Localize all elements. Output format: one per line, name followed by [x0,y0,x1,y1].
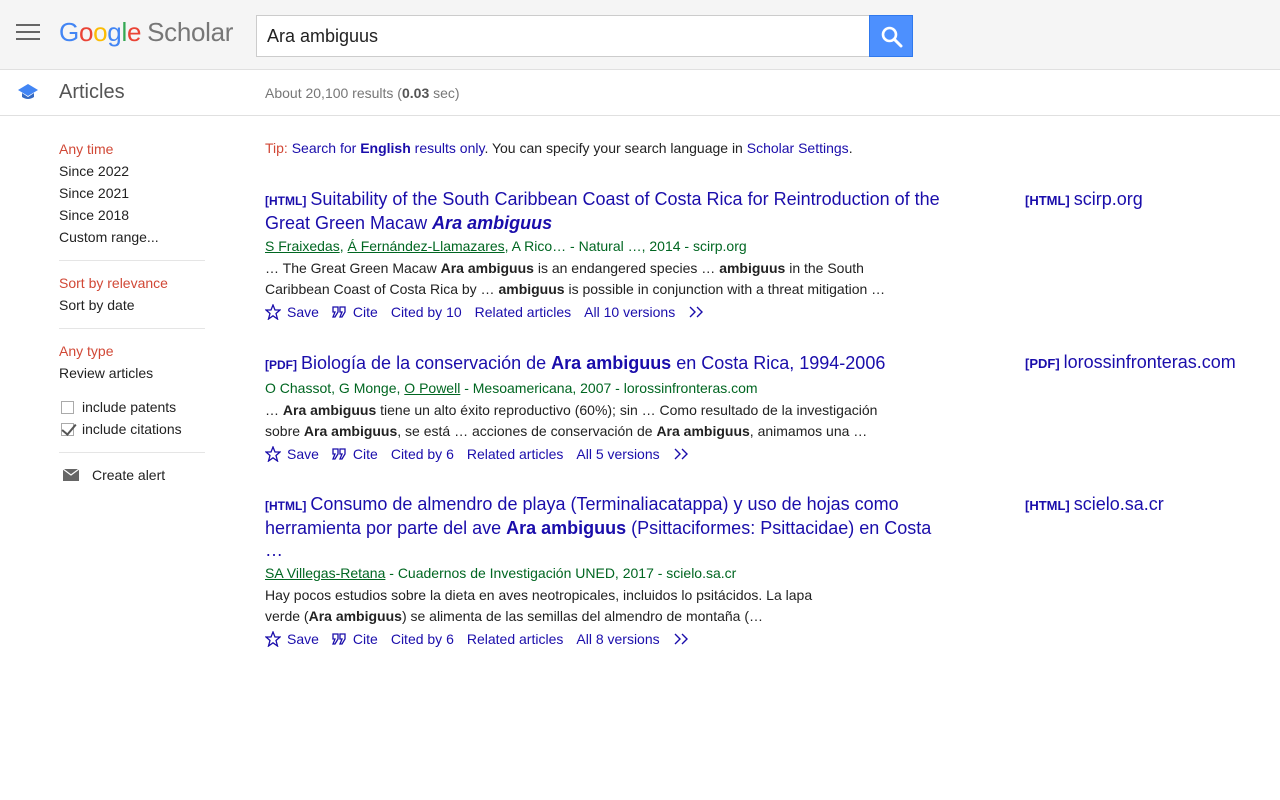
search-result: [PDF] Biología de la conservación de Ara … [265,352,945,465]
cited-by-link[interactable]: Cited by 6 [391,446,454,462]
fulltext-link[interactable]: [PDF] lorossinfronteras.com [1025,352,1236,373]
english-only-link[interactable]: Search for English results only [292,140,485,156]
divider [59,328,205,329]
double-chevron-icon [674,633,688,645]
scholar-settings-link[interactable]: Scholar Settings [747,140,849,156]
include-patents-checkbox[interactable]: include patents [59,396,205,418]
include-citations-checkbox[interactable]: include citations [59,418,205,440]
search-button[interactable] [869,15,913,57]
google-scholar-logo[interactable]: Google Scholar [59,17,233,48]
result-snippet: Hay pocos estudios sobre la dieta en ave… [265,587,813,624]
result-actions: Save Cite Cited by 6 Related articles Al… [265,628,945,650]
filter-since-2022[interactable]: Since 2022 [59,160,205,182]
divider [59,452,205,453]
result-title-link[interactable]: [HTML] Suitability of the South Caribbean… [265,188,945,234]
search-result: [HTML] Suitability of the South Caribbean… [265,188,945,323]
save-button[interactable]: Save [265,304,319,320]
cite-button[interactable]: Cite [331,631,378,647]
graduation-cap-icon [18,84,38,99]
more-button[interactable] [688,306,712,318]
filter-since-2018[interactable]: Since 2018 [59,204,205,226]
cited-by-link[interactable]: Cited by 6 [391,631,454,647]
search-result: [HTML] Consumo de almendro de playa (Term… [265,493,945,650]
hamburger-icon[interactable] [16,24,40,44]
author-link[interactable]: SA Villegas-Retana [265,565,385,581]
result-snippet: … Ara ambiguus tiene un alto éxito repro… [265,402,878,439]
filter-sidebar: Any time Since 2022 Since 2021 Since 201… [59,138,205,486]
magnifier-icon [881,26,903,48]
filter-any-time[interactable]: Any time [59,138,205,160]
result-meta: SA Villegas-Retana - Cuadernos de Invest… [265,565,737,581]
cite-button[interactable]: Cite [331,446,378,462]
double-chevron-icon [689,306,704,318]
divider [59,260,205,261]
results-subheader: Articles About 20,100 results (0.03 sec) [0,71,1280,116]
filter-since-2021[interactable]: Since 2021 [59,182,205,204]
envelope-icon [63,469,79,481]
more-button[interactable] [673,633,697,645]
quote-icon [331,305,346,318]
related-articles-link[interactable]: Related articles [467,446,564,462]
all-versions-link[interactable]: All 5 versions [576,446,659,462]
more-button[interactable] [673,448,697,460]
checkbox-unchecked [61,400,74,414]
checkbox-checked [61,422,74,436]
top-header: Google Scholar [0,0,1280,70]
author-link[interactable]: Á Fernández-Llamazares [347,238,504,254]
star-icon [265,446,281,462]
related-articles-link[interactable]: Related articles [467,631,564,647]
result-title-link[interactable]: [HTML] Consumo de almendro de playa (Term… [265,493,945,561]
save-button[interactable]: Save [265,446,319,462]
author-link[interactable]: S Fraixedas [265,238,340,254]
quote-icon [331,632,346,645]
cited-by-link[interactable]: Cited by 10 [391,304,462,320]
section-label: Articles [59,81,125,103]
star-icon [265,304,281,320]
related-articles-link[interactable]: Related articles [475,304,572,320]
author-link[interactable]: O Powell [404,380,460,396]
fulltext-link[interactable]: [HTML] scirp.org [1025,189,1143,210]
result-title-link[interactable]: [PDF] Biología de la conservación de Ara … [265,352,945,376]
save-button[interactable]: Save [265,631,319,647]
filter-custom-range[interactable]: Custom range... [59,226,205,248]
all-versions-link[interactable]: All 8 versions [576,631,659,647]
filter-review-articles[interactable]: Review articles [59,362,205,384]
sort-by-relevance[interactable]: Sort by relevance [59,272,205,294]
star-icon [265,631,281,647]
sort-by-date[interactable]: Sort by date [59,294,205,316]
create-alert-button[interactable]: Create alert [59,464,205,486]
result-meta: S Fraixedas, Á Fernández-Llamazares, A R… [265,238,747,254]
filter-any-type[interactable]: Any type [59,340,205,362]
cite-button[interactable]: Cite [331,304,378,320]
all-versions-link[interactable]: All 10 versions [584,304,675,320]
result-count: About 20,100 results (0.03 sec) [265,85,460,101]
result-meta: O Chassot, G Monge, O Powell - Mesoameri… [265,380,758,396]
result-actions: Save Cite Cited by 10 Related articles A… [265,301,945,323]
quote-icon [331,447,346,460]
search-input[interactable] [256,15,870,57]
result-actions: Save Cite Cited by 6 Related articles Al… [265,443,945,465]
result-snippet: … The Great Green Macaw Ara ambiguus is … [265,260,886,297]
language-tip: Tip: Search for English results only. Yo… [265,140,853,156]
fulltext-link[interactable]: [HTML] scielo.sa.cr [1025,494,1164,515]
double-chevron-icon [674,448,688,460]
